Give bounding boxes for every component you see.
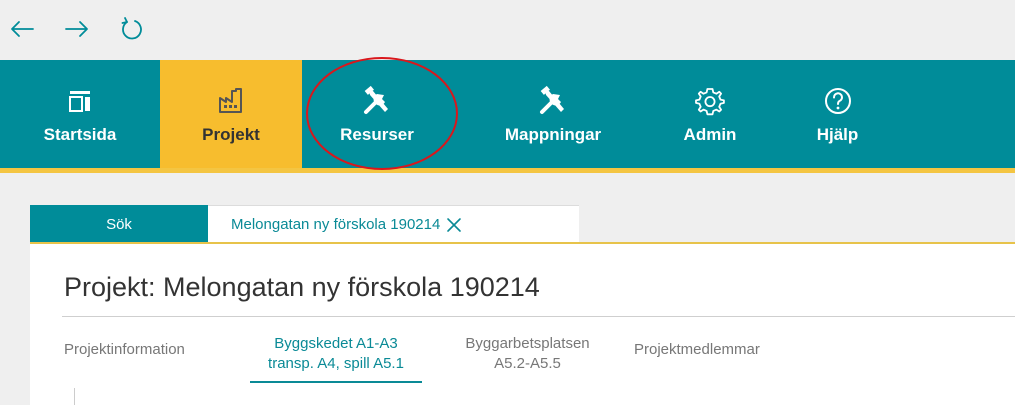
ribbon-label: Projekt <box>202 125 260 144</box>
subtab-label: Projektmedlemmar <box>634 341 760 358</box>
active-subtab-underline <box>250 381 422 383</box>
subtab-label: Projektinformation <box>64 341 185 358</box>
subtab-label-line2: A5.2-A5.5 <box>494 355 561 372</box>
ribbon-item-projekt[interactable]: Projekt <box>160 60 302 168</box>
arrow-right-icon <box>65 21 88 37</box>
gear-icon <box>695 83 725 119</box>
title-divider <box>62 316 1015 317</box>
tab-project[interactable]: Melongatan ny förskola 190214 <box>208 205 579 243</box>
help-circle-icon <box>823 83 853 119</box>
back-button[interactable] <box>8 14 36 44</box>
reload-icon <box>121 17 142 40</box>
tab-sok[interactable]: Sök <box>30 205 208 243</box>
subtab-byggskedet[interactable]: Byggskedet A1-A3 transp. A4, spill A5.1 <box>250 334 422 374</box>
subtab-label-line1: Byggarbetsplatsen <box>465 335 590 352</box>
ribbon-label: Startsida <box>43 125 117 144</box>
subtab-projektmedlemmar[interactable]: Projektmedlemmar <box>634 340 760 360</box>
ribbon-item-mappningar[interactable]: Mappningar <box>478 60 628 168</box>
subtab-label-line2: transp. A4, spill A5.1 <box>268 355 404 372</box>
subtab-label-line1: Byggskedet A1-A3 <box>274 335 398 352</box>
ribbon-item-startsida[interactable]: Startsida <box>0 60 160 168</box>
ribbon-item-hjalp[interactable]: Hjälp <box>790 60 885 168</box>
ribbon-label: Admin <box>683 125 737 144</box>
ribbon-label: Mappningar <box>504 125 602 144</box>
browser-toolbar <box>0 0 1015 60</box>
tools-icon <box>536 83 570 119</box>
factory-icon <box>215 83 247 119</box>
subtab-byggarbetsplatsen[interactable]: Byggarbetsplatsen A5.2-A5.5 <box>445 334 610 374</box>
arrow-left-icon <box>11 21 34 37</box>
ribbon-label: Resurser <box>340 125 414 144</box>
tab-label: Sök <box>106 215 132 233</box>
reload-button[interactable] <box>118 14 146 44</box>
home-layout-icon <box>65 83 95 119</box>
page-title: Projekt: Melongatan ny förskola 190214 <box>64 272 540 302</box>
ribbon-item-admin[interactable]: Admin <box>650 60 770 168</box>
content-left-border <box>74 388 75 405</box>
subtab-projektinformation[interactable]: Projektinformation <box>64 340 185 360</box>
tab-strip: Sök Melongatan ny förskola 190214 <box>30 205 1015 243</box>
tools-icon <box>360 83 394 119</box>
project-panel <box>30 244 1015 405</box>
ribbon-label: Hjälp <box>816 125 859 144</box>
close-icon[interactable] <box>446 217 462 233</box>
ribbon-item-resurser[interactable]: Resurser <box>302 60 452 168</box>
tab-label: Melongatan ny förskola 190214 <box>231 216 441 233</box>
forward-button[interactable] <box>63 14 91 44</box>
